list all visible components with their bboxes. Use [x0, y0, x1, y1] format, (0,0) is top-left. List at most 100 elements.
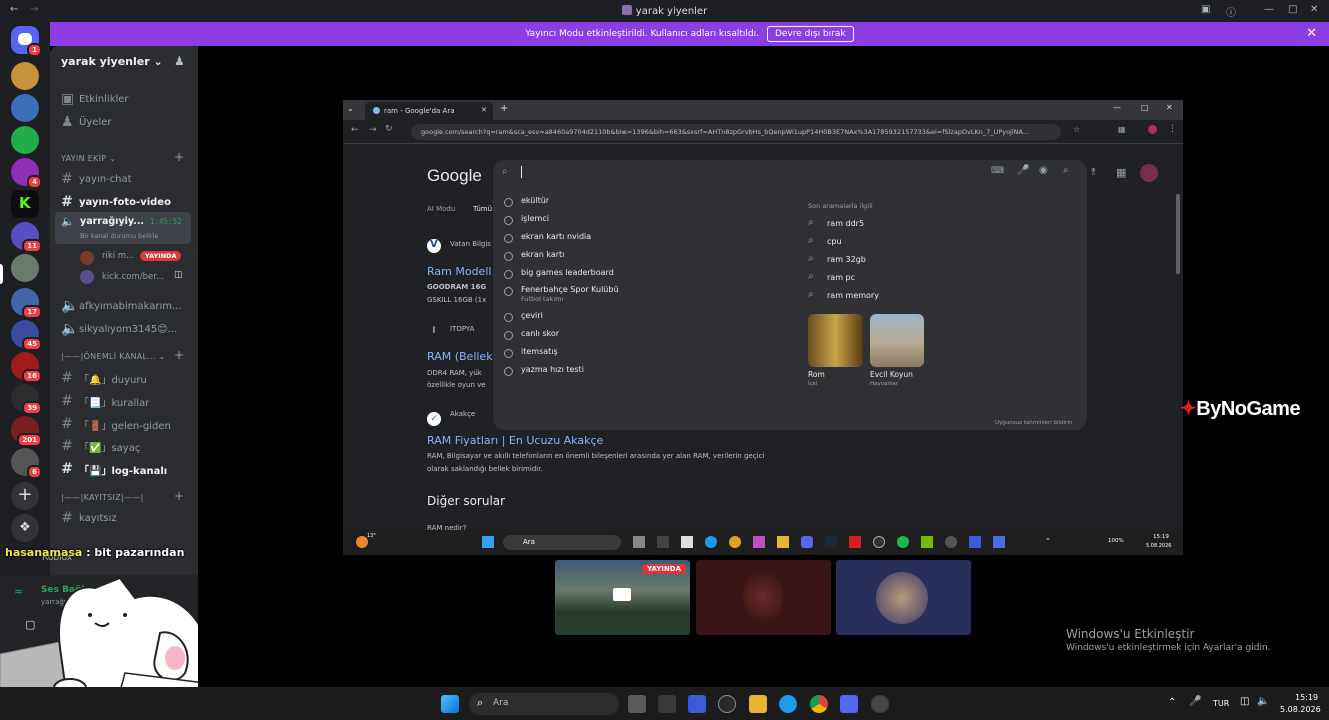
- category-yayin-ekip[interactable]: YAYIN EKİP ⌄: [61, 154, 116, 163]
- chrome-icon[interactable]: [810, 695, 828, 713]
- maximize-icon[interactable]: □: [1141, 103, 1149, 112]
- tray-chevron-icon[interactable]: ⌃: [1045, 537, 1051, 545]
- channel-kayitsiz[interactable]: # kayıtsız: [61, 510, 116, 526]
- taskbar-app-icon[interactable]: [657, 536, 669, 548]
- taskbar-app-icon[interactable]: [633, 536, 645, 548]
- stream-tile[interactable]: YAYINDA: [555, 560, 690, 635]
- related-item[interactable]: ram pc: [808, 271, 855, 282]
- suggestion-item[interactable]: big games leaderboard: [504, 268, 614, 279]
- taskbar-app-icon[interactable]: [658, 695, 676, 713]
- tray-chevron-icon[interactable]: ⌃: [1168, 697, 1176, 708]
- google-logo[interactable]: Google: [427, 166, 482, 186]
- reload-icon[interactable]: ↻: [385, 124, 393, 134]
- maximize-icon[interactable]: □: [1288, 4, 1297, 15]
- suggestion-item[interactable]: ekran kartı nvidia: [503, 232, 591, 243]
- microphone-icon[interactable]: 🎤: [1189, 696, 1201, 707]
- events-item[interactable]: ▣ Etkinlikler: [61, 91, 129, 107]
- language-indicator[interactable]: TUR: [1213, 699, 1229, 708]
- discord-icon[interactable]: [840, 695, 858, 713]
- back-icon[interactable]: ←: [351, 125, 359, 135]
- extensions-icon[interactable]: ▦: [1118, 125, 1126, 134]
- screen-share-video[interactable]: ⌄ ram - Google'da Ara ✕ + — □ ✕ ← → ↻ goo…: [343, 100, 1183, 555]
- add-channel-icon[interactable]: +: [174, 489, 184, 503]
- filter-ai-mode[interactable]: AI Modu: [427, 205, 455, 213]
- server-name[interactable]: yarak yiyenler ⌄: [61, 55, 163, 68]
- home-icon[interactable]: 1: [11, 26, 42, 57]
- filter-all[interactable]: Tümü: [473, 205, 492, 213]
- search-icon[interactable]: ⌕: [1063, 165, 1069, 176]
- volume-icon[interactable]: 🔈: [1257, 696, 1269, 707]
- new-tab-icon[interactable]: +: [500, 103, 508, 114]
- report-link[interactable]: Uygunsuz tahminleri bildirin: [995, 420, 1072, 426]
- suggestion-item[interactable]: işlemci: [504, 214, 549, 225]
- server-icon[interactable]: 4: [11, 158, 42, 189]
- related-item[interactable]: cpu: [809, 235, 842, 246]
- inbox-icon[interactable]: ▣: [1201, 4, 1210, 15]
- edge-icon[interactable]: [779, 695, 797, 713]
- suggestion-item[interactable]: ekültür: [503, 196, 549, 207]
- menu-icon[interactable]: ⋮: [1168, 124, 1177, 134]
- scrollbar[interactable]: [1176, 194, 1180, 274]
- channel-gelen-giden[interactable]: # 「🚪」gelen-giden: [61, 416, 171, 432]
- google-account-avatar[interactable]: [1140, 164, 1158, 182]
- spotify-icon[interactable]: [897, 536, 909, 548]
- forward-icon[interactable]: →: [369, 125, 377, 135]
- discord-icon[interactable]: [801, 536, 813, 548]
- close-icon[interactable]: ✕: [1166, 103, 1173, 112]
- folder-icon[interactable]: [777, 536, 789, 548]
- channel-log-kanali[interactable]: # 「💾」log-kanalı: [61, 461, 167, 477]
- profile-avatar[interactable]: [1148, 125, 1157, 134]
- channel-kurallar[interactable]: # 「📃」kurallar: [61, 393, 149, 409]
- keyboard-icon[interactable]: ⌨: [991, 166, 1004, 176]
- taskbar-app-icon[interactable]: [993, 536, 1005, 548]
- members-item[interactable]: ♟ Üyeler: [61, 114, 111, 130]
- server-icon[interactable]: 45: [11, 320, 42, 351]
- taskbar-app-icon[interactable]: [969, 536, 981, 548]
- minimize-icon[interactable]: —: [1113, 103, 1121, 112]
- result-link[interactable]: Ram Modell: [427, 265, 491, 278]
- suggestion-item[interactable]: itemsatış: [504, 347, 558, 358]
- windows-start-icon[interactable]: [482, 536, 494, 548]
- channel-duyuru[interactable]: # 「🔔」duyuru: [61, 370, 147, 386]
- steam-icon[interactable]: [825, 536, 837, 548]
- category-kayitsiz[interactable]: |——|KAYITSIZ|——|: [61, 493, 144, 502]
- suggestion-item[interactable]: yazma hızı testi: [504, 365, 584, 376]
- add-channel-icon[interactable]: +: [174, 348, 184, 362]
- nvidia-icon[interactable]: [921, 536, 933, 548]
- server-icon[interactable]: [11, 126, 39, 154]
- windows-start-icon[interactable]: [441, 695, 459, 713]
- remote-search-box[interactable]: Ara: [503, 535, 621, 550]
- card-image[interactable]: [870, 314, 924, 367]
- chrome-icon[interactable]: [729, 536, 741, 548]
- tab-close-icon[interactable]: ✕: [481, 106, 487, 114]
- taskbar-app-icon[interactable]: [681, 536, 693, 548]
- result-link[interactable]: RAM Fiyatları | En Ucuzu Akakçe: [427, 434, 603, 447]
- channel-sayac[interactable]: # 「✅」sayaç: [61, 438, 140, 454]
- task-view-icon[interactable]: [628, 695, 646, 713]
- server-icon[interactable]: 16: [11, 352, 42, 383]
- taskbar-app-icon[interactable]: [945, 536, 957, 548]
- close-icon[interactable]: ✕: [1310, 4, 1318, 15]
- participant-tile[interactable]: [836, 560, 971, 635]
- help-icon[interactable]: ⓘ: [1226, 4, 1236, 19]
- microphone-icon[interactable]: 🎤: [1017, 165, 1029, 176]
- participant-tile[interactable]: [696, 560, 831, 635]
- network-icon[interactable]: ◫: [1240, 696, 1249, 707]
- voice-channel[interactable]: 🔈 sikyalıyom3145😊...: [61, 321, 177, 337]
- card-title[interactable]: Evcil Koyun: [870, 370, 913, 379]
- taskbar-app-icon[interactable]: [753, 536, 765, 548]
- server-icon[interactable]: [11, 94, 39, 122]
- clock-time[interactable]: 15:19: [1295, 693, 1318, 702]
- card-title[interactable]: Rom: [808, 370, 825, 379]
- result-link[interactable]: RAM (Bellek: [427, 350, 493, 363]
- server-icon[interactable]: 11: [11, 222, 42, 253]
- suggestion-item[interactable]: Fenerbahçe Spor Kulübü: [504, 285, 619, 296]
- channel-yayin-chat[interactable]: # yayın-chat: [61, 171, 131, 187]
- server-icon[interactable]: [11, 254, 39, 282]
- add-channel-icon[interactable]: +: [174, 150, 184, 164]
- apps-grid-icon[interactable]: ▦: [1116, 166, 1126, 179]
- server-icon[interactable]: 39: [11, 384, 42, 415]
- voice-channel-active[interactable]: 🔈 yarrağıyiy... 1:45:52 Bir kanal durumu…: [55, 212, 191, 244]
- suggestion-item[interactable]: çeviri: [504, 311, 543, 322]
- minimize-icon[interactable]: —: [1264, 4, 1274, 15]
